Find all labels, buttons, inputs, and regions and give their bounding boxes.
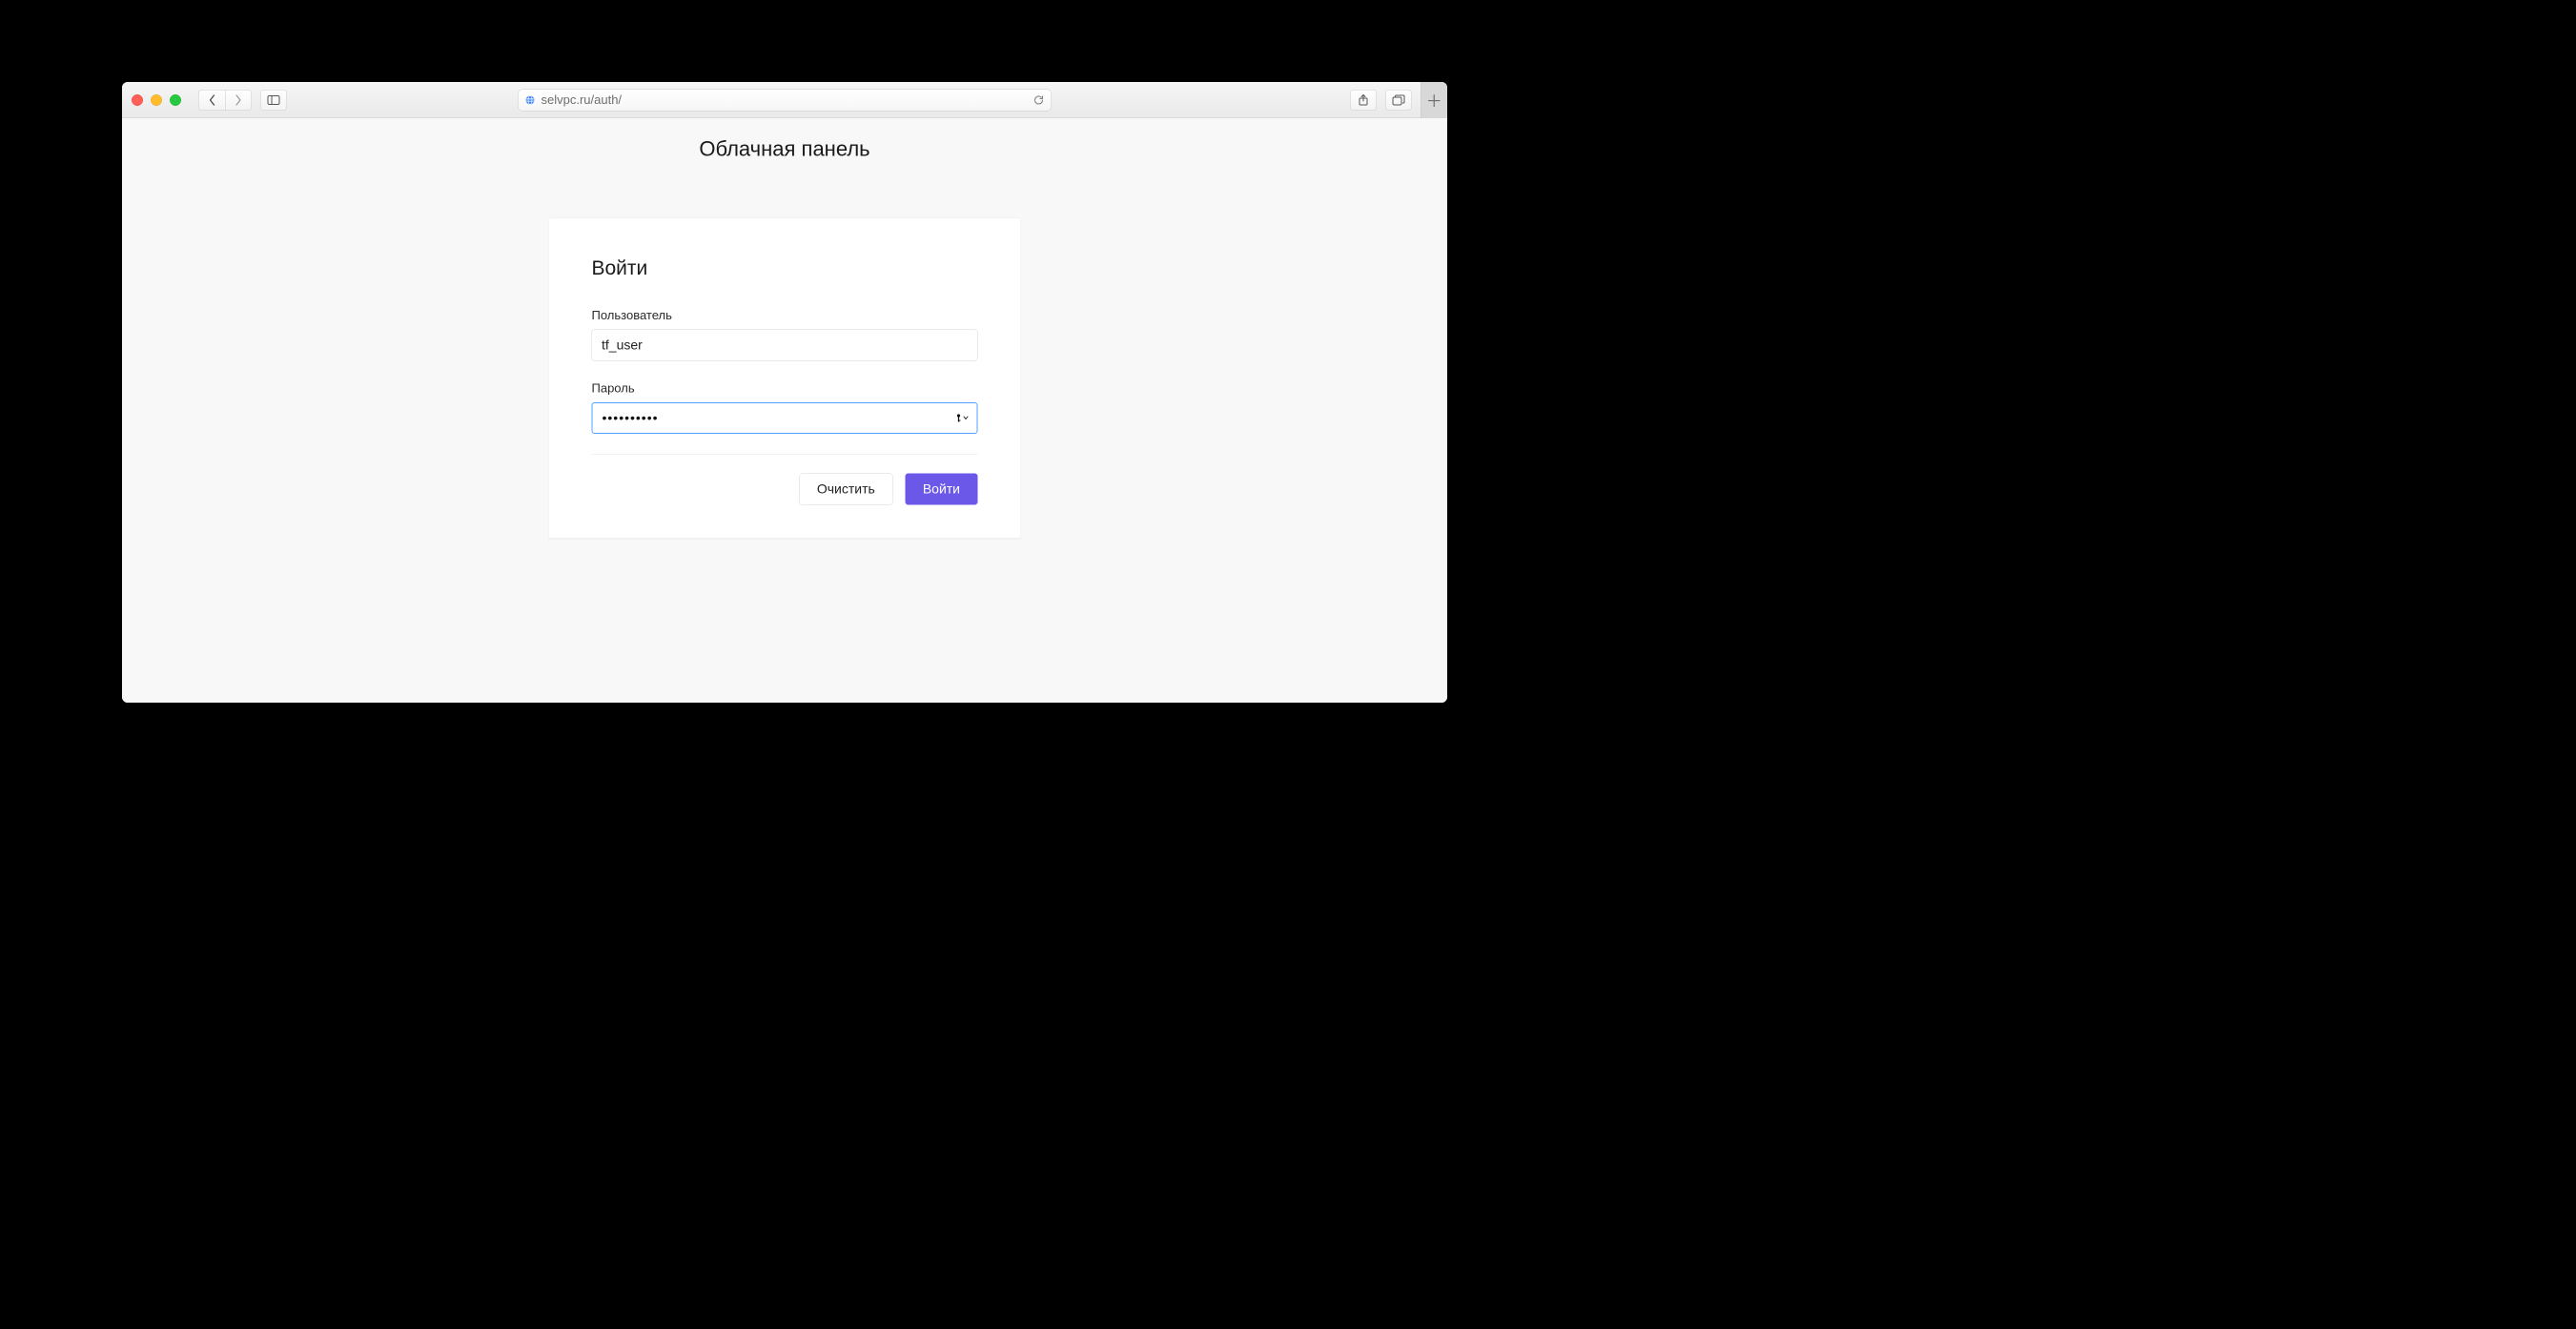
- reload-button[interactable]: [1033, 94, 1045, 106]
- password-label: Пароль: [592, 381, 978, 397]
- page-title: Облачная панель: [122, 137, 1447, 161]
- tabs-icon: [1393, 94, 1405, 105]
- close-window-button[interactable]: [132, 94, 143, 106]
- username-field: Пользователь: [592, 308, 978, 361]
- chevron-left-icon: [208, 94, 215, 106]
- password-input[interactable]: [603, 403, 949, 433]
- card-title: Войти: [592, 256, 978, 279]
- share-button[interactable]: [1350, 90, 1377, 111]
- url-text: selvpc.ru/auth/: [542, 92, 623, 108]
- chevron-right-icon: [235, 94, 242, 106]
- submit-button[interactable]: Войти: [905, 474, 977, 505]
- password-field: Пароль: [592, 381, 978, 435]
- username-label: Пользователь: [592, 308, 978, 323]
- back-button[interactable]: [198, 90, 225, 111]
- share-icon: [1359, 93, 1369, 106]
- tabs-button[interactable]: [1385, 90, 1412, 111]
- new-tab-button[interactable]: ＋: [1421, 82, 1447, 118]
- key-icon[interactable]: [955, 414, 969, 423]
- nav-buttons: [198, 90, 252, 111]
- password-input-wrap[interactable]: [592, 402, 978, 434]
- minimize-window-button[interactable]: [151, 94, 162, 106]
- form-actions: Очистить Войти: [592, 474, 978, 505]
- page-content: Облачная панель Войти Пользователь Парол…: [122, 118, 1447, 703]
- maximize-window-button[interactable]: [170, 94, 181, 106]
- plus-icon: ＋: [1426, 89, 1442, 112]
- globe-icon: [525, 94, 536, 105]
- browser-toolbar: selvpc.ru/auth/: [122, 82, 1447, 118]
- sidebar-toggle-button[interactable]: [260, 90, 287, 111]
- clear-button[interactable]: Очистить: [799, 474, 892, 505]
- forward-button[interactable]: [225, 90, 252, 111]
- address-bar[interactable]: selvpc.ru/auth/: [518, 89, 1052, 111]
- login-card: Войти Пользователь Пароль: [549, 218, 1021, 539]
- username-input[interactable]: [592, 330, 978, 361]
- window-controls: [132, 94, 181, 106]
- browser-window: selvpc.ru/auth/: [122, 82, 1447, 703]
- divider: [592, 454, 978, 455]
- sidebar-icon: [268, 95, 280, 105]
